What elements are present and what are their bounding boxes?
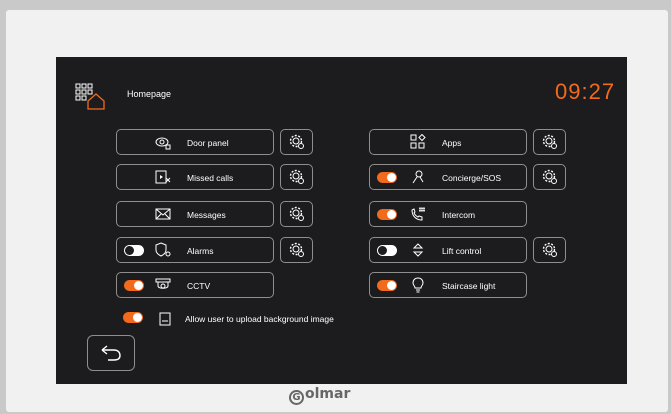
missed-calls-icon (155, 170, 171, 184)
toggle-knob (378, 246, 387, 255)
home-grid-icon (75, 83, 105, 110)
lift-arrows-icon (412, 243, 424, 257)
concierge-icon (412, 170, 424, 184)
gear-icon (542, 169, 557, 184)
messages-label: Messages (187, 210, 226, 220)
missed-calls-label: Missed calls (187, 173, 234, 183)
concierge-sos-settings-button[interactable] (533, 164, 566, 190)
lightbulb-icon (412, 277, 424, 293)
apps-label: Apps (442, 138, 462, 148)
gear-icon (289, 169, 304, 184)
messages-settings-button[interactable] (280, 201, 313, 227)
intercom-phone-icon (411, 207, 425, 221)
alarms-toggle[interactable] (124, 245, 144, 256)
envelope-icon (155, 208, 171, 220)
intercom-toggle[interactable] (377, 209, 397, 220)
alarms-settings-button[interactable] (280, 237, 313, 263)
concierge-sos-label: Concierge/SOS (442, 173, 502, 183)
apps-button[interactable]: Apps (369, 129, 527, 155)
toggle-knob (134, 281, 143, 290)
intercom-button[interactable]: Intercom (369, 201, 527, 227)
toggle-knob (387, 173, 396, 182)
cctv-toggle[interactable] (124, 280, 144, 291)
image-frame-icon (159, 312, 171, 326)
clock: 09:27 (555, 79, 616, 104)
missed-calls-button[interactable]: Missed calls (116, 164, 274, 190)
gear-icon (289, 134, 304, 149)
lift-control-button[interactable]: Lift control (369, 237, 527, 263)
alarms-label: Alarms (187, 246, 214, 256)
door-panel-button[interactable]: Door panel (116, 129, 274, 155)
staircase-light-toggle[interactable] (377, 280, 397, 291)
upload-background-toggle[interactable] (123, 312, 143, 323)
gear-icon (542, 134, 557, 149)
logo-text: olmar (305, 386, 351, 402)
toggle-knob (387, 281, 396, 290)
missed-calls-settings-button[interactable] (280, 164, 313, 190)
golmar-logo: Golmar (289, 386, 350, 405)
gear-icon (289, 242, 304, 257)
cctv-label: CCTV (187, 281, 211, 291)
cctv-button[interactable]: CCTV (116, 272, 274, 298)
device-bezel: Homepage 09:27 Door panel Missed calls M… (6, 10, 668, 412)
touch-screen: Homepage 09:27 Door panel Missed calls M… (56, 57, 627, 384)
toggle-knob (133, 313, 142, 322)
concierge-sos-button[interactable]: Concierge/SOS (369, 164, 527, 190)
lift-control-label: Lift control (442, 246, 482, 256)
apps-grid-icon (410, 134, 426, 149)
messages-button[interactable]: Messages (116, 201, 274, 227)
lift-control-settings-button[interactable] (533, 237, 566, 263)
gear-icon (542, 242, 557, 257)
cctv-camera-icon (155, 278, 171, 289)
door-panel-icon (155, 137, 171, 150)
upload-background-label: Allow user to upload background image (185, 314, 334, 324)
lift-control-toggle[interactable] (377, 245, 397, 256)
alarm-shield-icon (155, 242, 171, 257)
toggle-knob (125, 246, 134, 255)
apps-settings-button[interactable] (533, 129, 566, 155)
back-button[interactable] (87, 335, 135, 371)
door-panel-label: Door panel (187, 138, 229, 148)
staircase-light-label: Staircase light (442, 281, 496, 291)
logo-letter: G (289, 390, 304, 405)
toggle-knob (387, 210, 396, 219)
page-title: Homepage (127, 89, 172, 99)
intercom-label: Intercom (442, 210, 476, 220)
door-panel-settings-button[interactable] (280, 129, 313, 155)
concierge-sos-toggle[interactable] (377, 172, 397, 183)
gear-icon (289, 206, 304, 221)
back-arrow-icon (101, 345, 121, 361)
alarms-button[interactable]: Alarms (116, 237, 274, 263)
staircase-light-button[interactable]: Staircase light (369, 272, 527, 298)
